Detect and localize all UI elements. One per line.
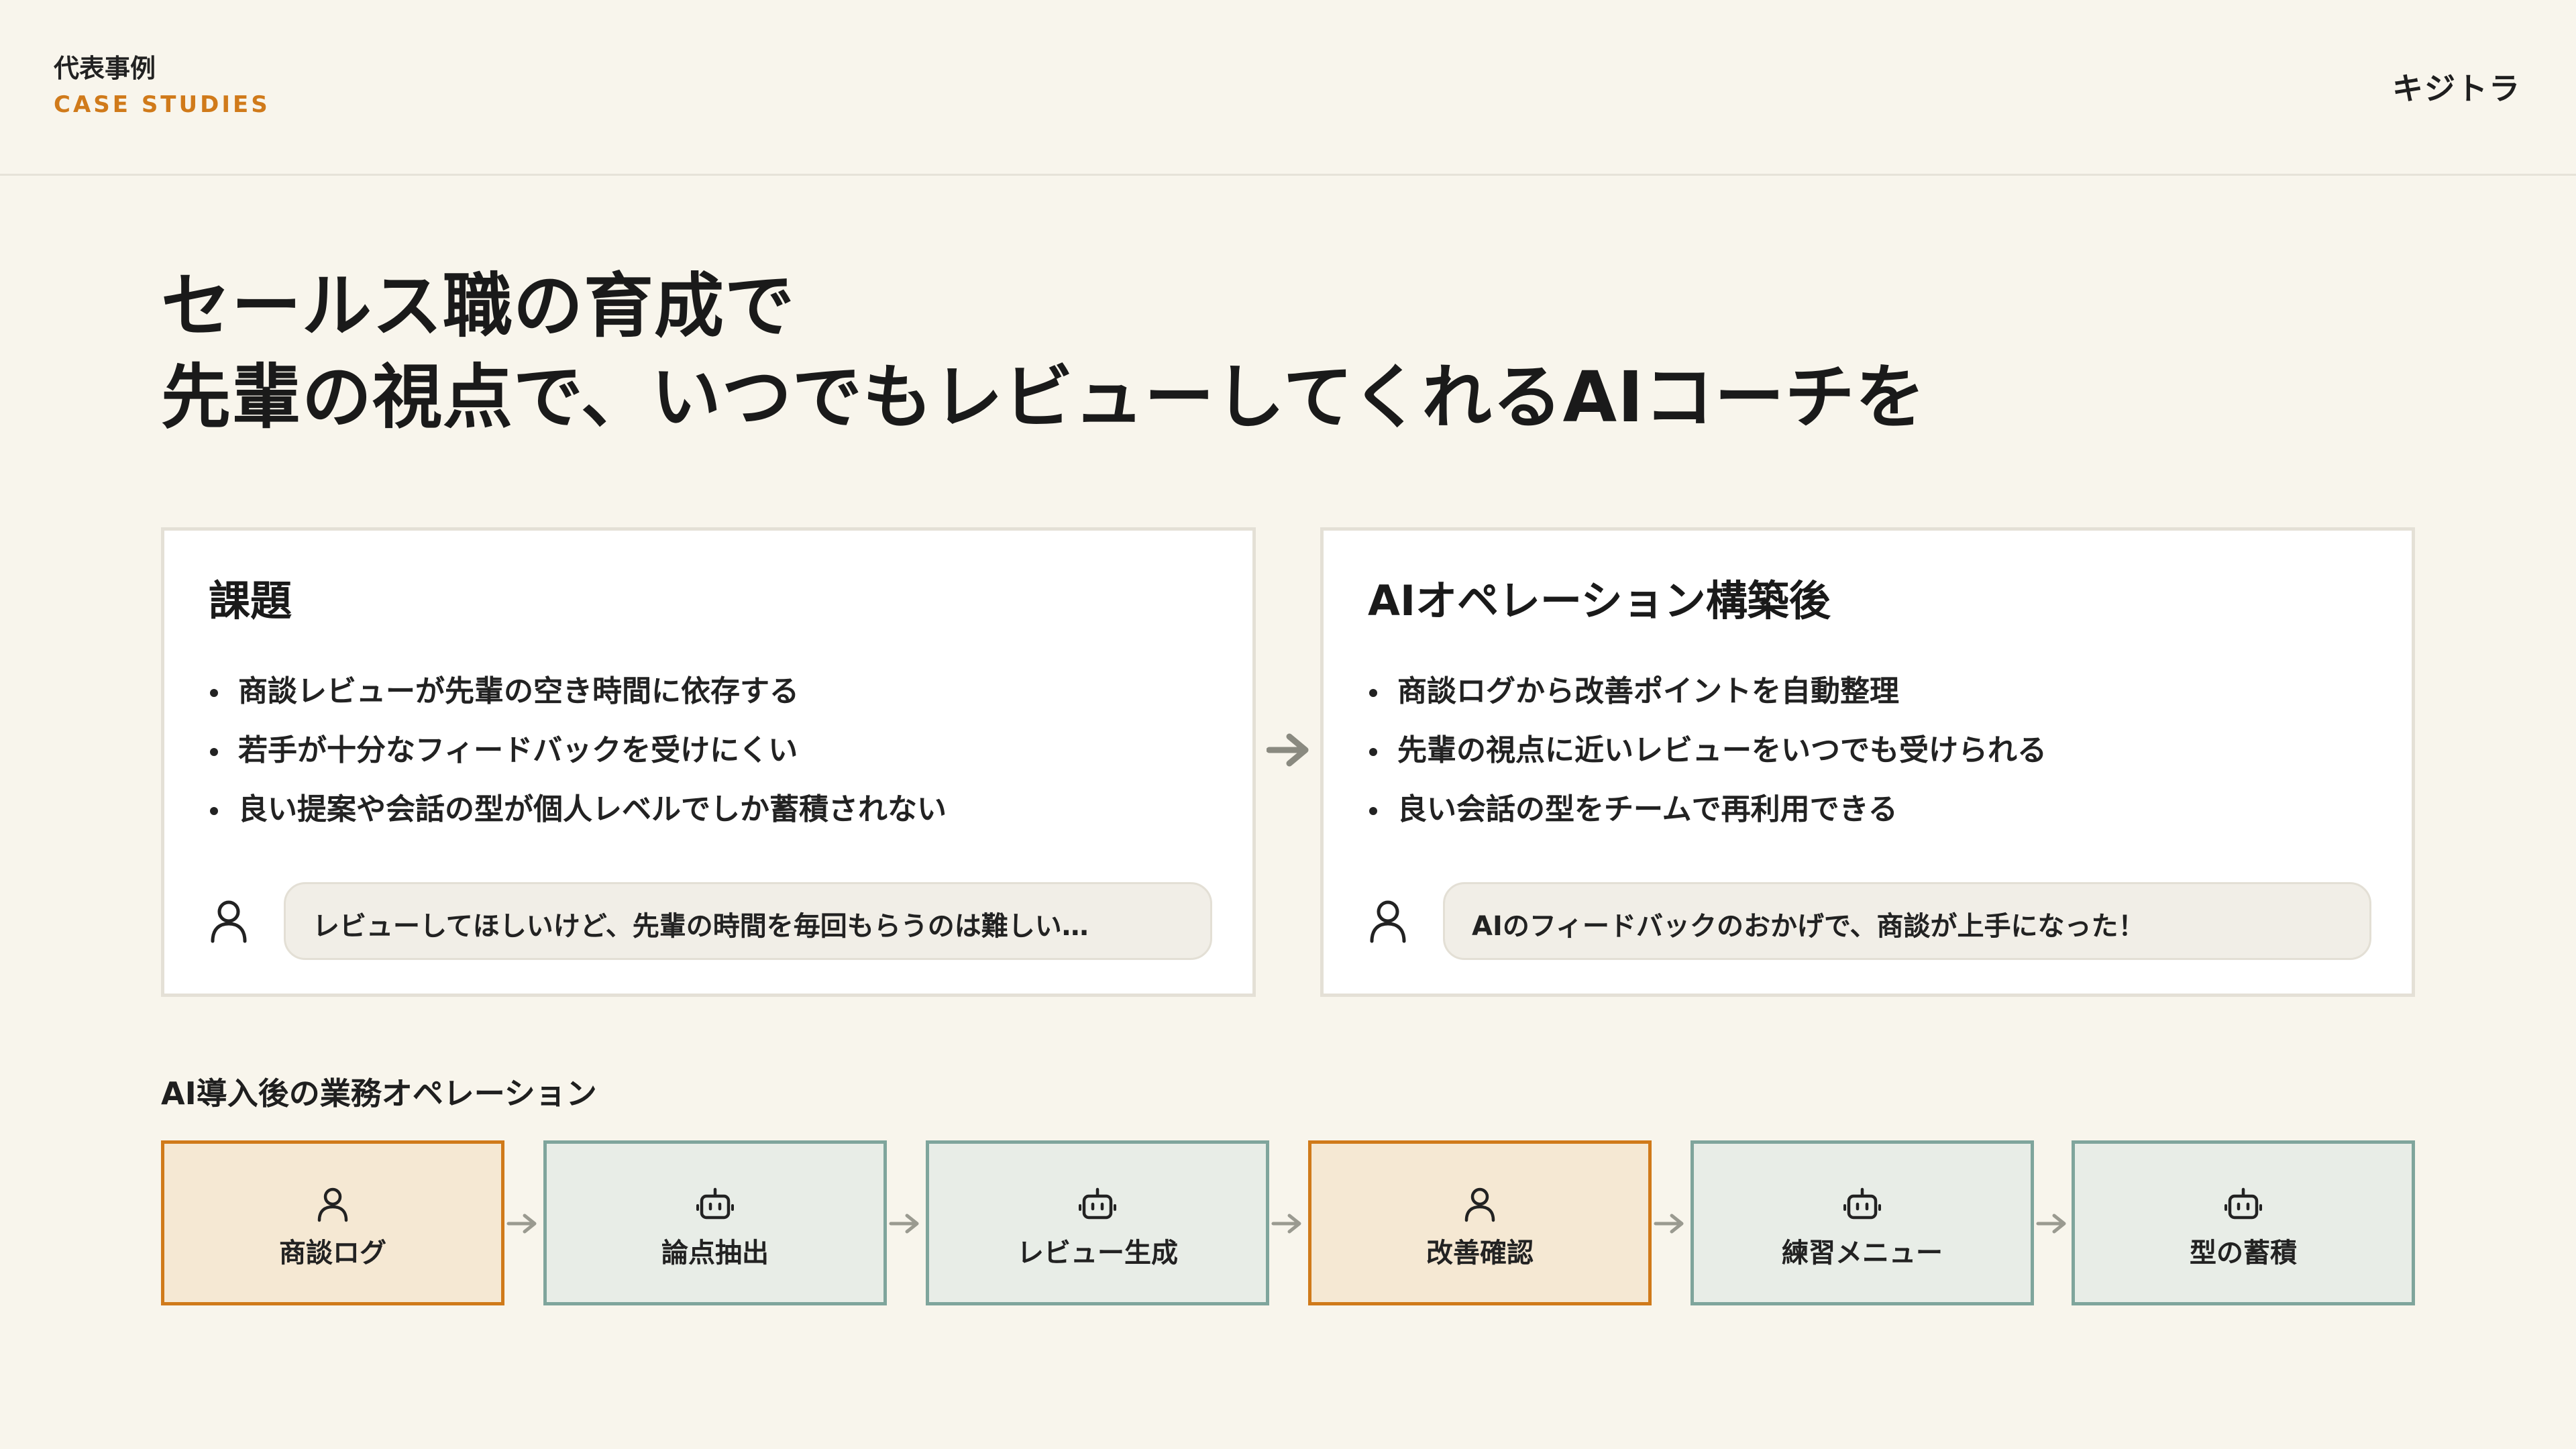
robot-icon <box>2224 1187 2262 1220</box>
speech-bubble: AIのフィードバックのおかげで、商談が上手になった！ <box>1443 882 2371 960</box>
arrow-right-icon <box>2036 1214 2066 1234</box>
section-title-jp: 代表事例 <box>54 54 156 83</box>
flow-step-ai: 論点抽出 <box>543 1140 887 1305</box>
robot-icon <box>696 1187 734 1220</box>
flow-step-human: 改善確認 <box>1308 1140 1652 1305</box>
solution-bullet: 良い会話の型をチームで再利用できる <box>1368 780 2047 839</box>
arrow-right-icon <box>506 1214 537 1234</box>
section-title-en: CASE STUDIES <box>54 91 270 118</box>
robot-icon <box>1079 1187 1116 1220</box>
arrow-right-icon <box>1654 1214 1684 1234</box>
flow-step-ai: レビュー生成 <box>926 1140 1269 1305</box>
solution-bullet-list: 商談ログから改善ポイントを自動整理 先輩の視点に近いレビューをいつでも受けられる… <box>1368 662 2047 839</box>
challenge-bullet: 商談レビューが先輩の空き時間に依存する <box>209 662 947 721</box>
challenge-card-title: 課題 <box>209 576 292 625</box>
headline-line-2: 先輩の視点で、いつでもレビューしてくれるAIコーチを <box>161 356 1926 438</box>
brand-logo-text: キジトラ <box>2392 70 2521 107</box>
speech-bubble: レビューしてほしいけど、先輩の時間を毎回もらうのは難しい… <box>284 882 1212 960</box>
headline-line-1: セールス職の育成で <box>161 265 796 347</box>
solution-bullet: 商談ログから改善ポイントを自動整理 <box>1368 662 2047 721</box>
flow-step-label: 練習メニュー <box>1782 1238 1943 1269</box>
robot-icon <box>1843 1187 1881 1220</box>
arrow-right-icon <box>1271 1214 1301 1234</box>
flow-step-ai: 練習メニュー <box>1690 1140 2034 1305</box>
challenge-card: 課題 商談レビューが先輩の空き時間に依存する 若手が十分なフィードバックを受けに… <box>161 527 1256 997</box>
solution-card: AIオペレーション構築後 商談ログから改善ポイントを自動整理 先輩の視点に近いレ… <box>1320 527 2415 997</box>
flow-title: AI導入後の業務オペレーション <box>161 1075 597 1112</box>
flow-step-label: 型の蓄積 <box>2190 1238 2297 1269</box>
arrow-right-icon <box>1267 733 1309 767</box>
solution-card-title: AIオペレーション構築後 <box>1368 576 1831 625</box>
user-icon <box>317 1187 348 1222</box>
challenge-bullet: 良い提案や会話の型が個人レベルでしか蓄積されない <box>209 780 947 839</box>
solution-quote: AIのフィードバックのおかげで、商談が上手になった！ <box>1368 882 2374 960</box>
solution-bullet: 先輩の視点に近いレビューをいつでも受けられる <box>1368 721 2047 780</box>
user-icon <box>1464 1187 1495 1222</box>
challenge-bullet-list: 商談レビューが先輩の空き時間に依存する 若手が十分なフィードバックを受けにくい … <box>209 662 947 839</box>
section-heading: 代表事例 CASE STUDIES <box>54 54 270 118</box>
header-bar: 代表事例 CASE STUDIES キジトラ <box>0 0 2576 176</box>
challenge-quote: レビューしてほしいけど、先輩の時間を毎回もらうのは難しい… <box>209 882 1215 960</box>
challenge-bullet: 若手が十分なフィードバックを受けにくい <box>209 721 947 780</box>
user-icon <box>211 900 247 943</box>
flow-step-label: 商談ログ <box>279 1238 386 1269</box>
user-icon <box>1370 900 1406 943</box>
flow-step-ai: 型の蓄積 <box>2072 1140 2415 1305</box>
speech-bubble-text: AIのフィードバックのおかげで、商談が上手になった！ <box>1472 911 2145 942</box>
flow-step-label: 論点抽出 <box>661 1238 769 1269</box>
flow-step-human: 商談ログ <box>161 1140 504 1305</box>
flow-step-label: レビュー生成 <box>1017 1238 1178 1269</box>
arrow-right-icon <box>889 1214 919 1234</box>
speech-bubble-text: レビューしてほしいけど、先輩の時間を毎回もらうのは難しい… <box>313 911 1089 942</box>
flow-step-label: 改善確認 <box>1426 1238 1534 1269</box>
headline: セールス職の育成で 先輩の視点で、いつでもレビューしてくれるAIコーチを <box>161 260 2442 443</box>
